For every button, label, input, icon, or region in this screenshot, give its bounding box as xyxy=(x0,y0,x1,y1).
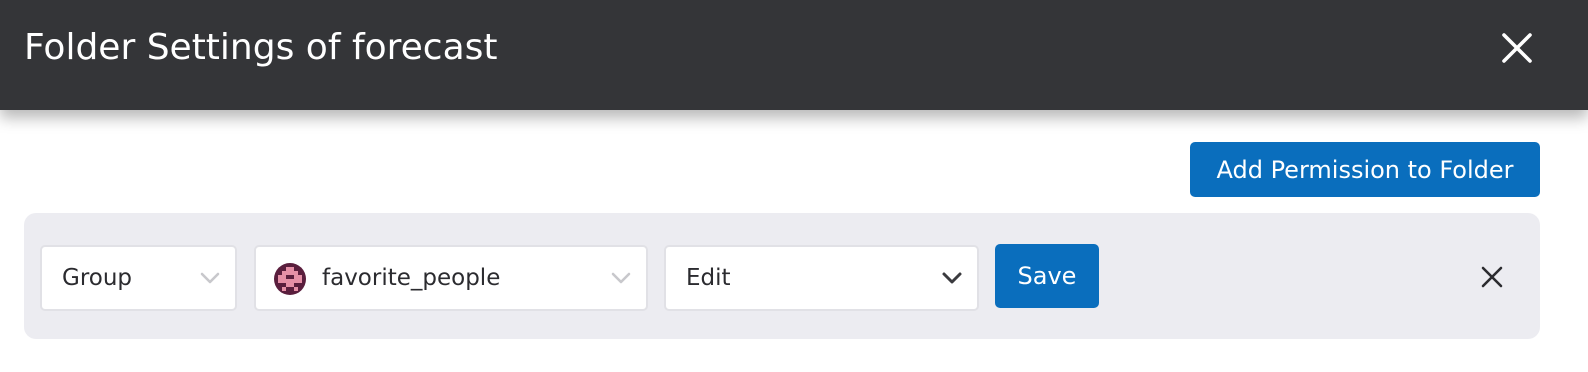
modal-title: Folder Settings of forecast xyxy=(24,27,498,68)
principal-type-select[interactable]: Group xyxy=(40,245,237,311)
permission-row: Group favorite_people Edit Save xyxy=(24,213,1540,339)
chevron-down-icon xyxy=(611,272,631,284)
modal-header: Folder Settings of forecast xyxy=(0,0,1588,110)
chevron-down-icon xyxy=(200,272,220,284)
close-icon xyxy=(1502,33,1532,63)
group-value: favorite_people xyxy=(322,265,501,291)
group-avatar-icon xyxy=(274,263,306,295)
principal-type-value: Group xyxy=(62,265,133,291)
permission-level-value: Edit xyxy=(686,265,731,291)
chevron-down-icon xyxy=(942,272,962,284)
permission-level-select[interactable]: Edit xyxy=(664,245,979,311)
close-icon xyxy=(1481,266,1503,288)
remove-permission-button[interactable] xyxy=(1474,259,1510,295)
add-permission-button[interactable]: Add Permission to Folder xyxy=(1190,142,1540,197)
group-select[interactable]: favorite_people xyxy=(254,245,648,311)
save-button[interactable]: Save xyxy=(995,244,1099,308)
close-modal-button[interactable] xyxy=(1492,28,1542,68)
